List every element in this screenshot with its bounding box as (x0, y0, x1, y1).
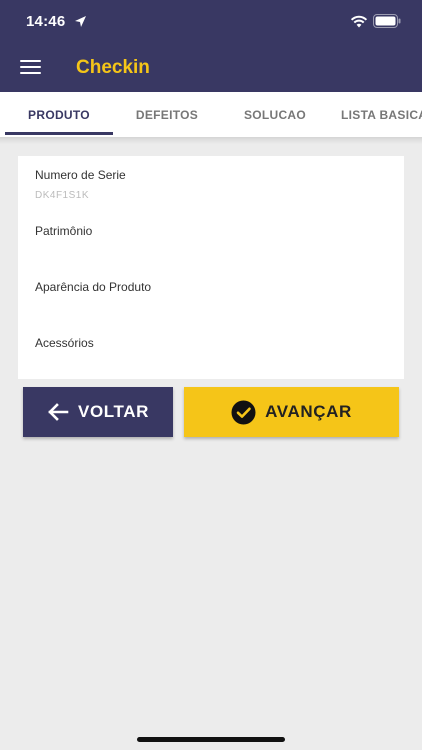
back-button[interactable]: VOLTAR (23, 387, 173, 437)
arrow-left-icon (48, 403, 69, 421)
tab-lista-basica[interactable]: LISTA BASICA (329, 92, 422, 138)
patrimonio-label: Patrimônio (35, 224, 93, 238)
app-header: 14:46 Checkin (0, 0, 422, 92)
next-button-label: AVANÇAR (265, 402, 352, 421)
wifi-icon (350, 15, 368, 28)
page-title: Checkin (76, 57, 150, 78)
home-indicator[interactable] (137, 737, 285, 742)
back-button-label: VOLTAR (78, 402, 149, 421)
aparencia-produto-label: Aparência do Produto (35, 280, 152, 294)
status-bar: 14:46 (0, 0, 422, 44)
battery-icon (373, 14, 401, 28)
active-tab-indicator (5, 132, 113, 135)
check-circle-icon (231, 400, 256, 424)
product-form: Numero de Serie DK4F1S1K Patrimônio Apar… (18, 156, 404, 379)
location-arrow-icon (75, 16, 86, 27)
menu-icon[interactable] (20, 59, 41, 75)
serial-number-label: Numero de Serie (35, 168, 126, 182)
status-time: 14:46 (26, 13, 66, 30)
acessorios-label: Acessórios (35, 336, 94, 350)
tab-solucao[interactable]: SOLUCAO (221, 92, 329, 138)
next-button[interactable]: AVANÇAR (184, 387, 399, 437)
serial-number-value: DK4F1S1K (35, 190, 90, 201)
tab-bar-shadow (0, 138, 422, 144)
tab-defeitos[interactable]: DEFEITOS (113, 92, 221, 138)
